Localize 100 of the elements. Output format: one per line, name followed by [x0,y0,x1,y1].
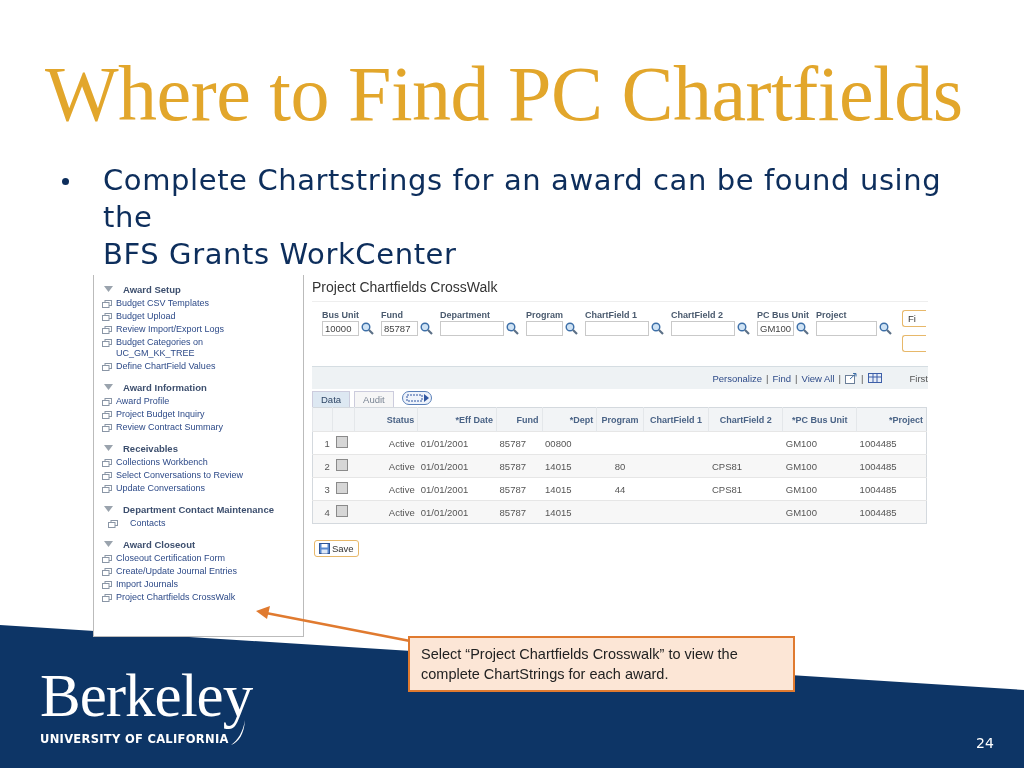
row-number: 1 [312,431,333,455]
tab[interactable]: Audit [354,391,394,407]
column-header: ChartField 1 [643,407,709,432]
grid-link[interactable]: Find [772,372,792,384]
window-icon [102,363,112,371]
search-icon [565,322,578,335]
checkbox[interactable] [335,482,348,494]
checkbox[interactable] [335,436,348,448]
table-cell: 14015 [542,454,597,478]
input-field[interactable]: 10000 [322,321,359,336]
nav-link[interactable]: Collections Workbench [116,457,266,468]
field-label: Fund [381,310,404,320]
nav-link[interactable]: Project Budget Inquiry [116,409,266,420]
column-header: *Dept [542,407,597,432]
search-icon [796,322,809,335]
save-button[interactable]: Save [314,540,359,557]
nav-link[interactable]: Select Conversations to Review [116,470,266,481]
bullet-text: Complete Chartstrings for an award can be found using the BFS Grants WorkCenter [103,162,942,273]
table-cell: Active [354,431,418,455]
show-all-columns-icon [401,391,432,405]
table-cell: 44 [596,477,644,501]
nav-link[interactable]: Define ChartField Values [116,361,266,372]
input-field[interactable] [671,321,735,336]
nav-link[interactable]: Closeout Certification Form [116,553,266,564]
table-cell: 85787 [496,454,543,478]
nav-link[interactable]: Update Conversations [116,483,266,494]
table-cell: Active [354,500,418,524]
table-cell: 14015 [542,477,597,501]
table-cell: Active [354,454,418,478]
search-icon [420,322,433,335]
table-cell: CPS81 [708,454,783,478]
logo-subtitle: UNIVERSITY OF CALIFORNIA [40,732,229,746]
table-cell: CPS81 [708,477,783,501]
field-label: ChartField 2 [671,310,724,320]
row-number: 4 [312,500,333,524]
tab[interactable]: Data [312,391,351,407]
input-field[interactable] [526,321,563,336]
search-icon [737,322,750,335]
input-field[interactable] [816,321,877,336]
table-cell: 85787 [496,477,543,501]
checkbox[interactable] [335,505,348,517]
button[interactable]: Fi [902,310,926,327]
nav-link[interactable]: Import Journals [116,579,266,590]
field-label: Program [526,310,564,320]
nav-group-heading[interactable]: Award Setup [123,283,181,295]
column-header: ChartField 2 [708,407,783,432]
nav-link[interactable]: Budget Categories on UC_GM_KK_TREE [116,337,266,359]
slide-title: Where to Find PC Chartfields [45,52,964,136]
nav-link[interactable]: Budget CSV Templates [116,298,266,309]
zoom-grid-icon [845,372,858,384]
nav-link[interactable]: Create/Update Journal Entries [116,566,266,577]
input-field[interactable] [440,321,504,336]
grid-link[interactable]: Personalize [712,372,763,384]
column-header: Program [596,407,644,432]
field-label: ChartField 1 [585,310,638,320]
input-field[interactable]: 85787 [381,321,418,336]
table-cell: GM100 [782,500,857,524]
table-cell: 00800 [542,431,597,455]
nav-link[interactable]: Contacts [130,518,280,529]
table-cell: GM100 [782,477,857,501]
nav-link[interactable]: Review Contract Summary [116,422,266,433]
nav-link[interactable]: Project Chartfields CrossWalk [116,592,266,603]
table-cell: 01/01/2001 [417,431,497,455]
table-cell: 80 [596,454,644,478]
column-header: *PC Bus Unit [782,407,857,432]
table-cell: 85787 [496,431,543,455]
logo-wordmark: Berkeley [40,662,253,730]
callout-note: Select “Project Chartfields Crosswalk” to view the complete ChartStrings for each award. [408,636,795,692]
table-cell: 01/01/2001 [417,454,497,478]
table-cell: 1004485 [856,477,927,501]
table-cell: GM100 [782,454,857,478]
input-field[interactable] [585,321,649,336]
field-label: Project [816,310,848,320]
table-cell: 1004485 [856,500,927,524]
input-field[interactable]: GM100 [757,321,794,336]
table-cell: 14015 [542,500,597,524]
table-cell: 01/01/2001 [417,500,497,524]
row-number: 2 [312,454,333,478]
grid-nav-text: First [909,372,928,384]
table-cell: 01/01/2001 [417,477,497,501]
button[interactable] [902,335,926,352]
table-cell: 85787 [496,500,543,524]
nav-group-heading[interactable]: Award Closeout [123,538,196,550]
search-icon [506,322,519,335]
nav-group-heading[interactable]: Award Information [123,381,207,393]
separator: | [861,372,864,384]
nav-link[interactable]: Award Profile [116,396,266,407]
nav-link[interactable]: Budget Upload [116,311,266,322]
window-icon [108,520,118,528]
nav-link[interactable]: Review Import/Export Logs [116,324,266,335]
grid-link[interactable]: View All [801,372,835,384]
table-cell: 1004485 [856,431,927,455]
table-cell: GM100 [782,431,857,455]
separator: | [766,372,769,384]
checkbox[interactable] [335,459,348,471]
search-icon [361,322,374,335]
page-title: Project Chartfields CrossWalk [312,279,499,295]
nav-group-heading[interactable]: Department Contact Maintenance [123,503,274,515]
column-header: *Eff Date [417,407,497,432]
nav-group-heading[interactable]: Receivables [123,442,178,454]
